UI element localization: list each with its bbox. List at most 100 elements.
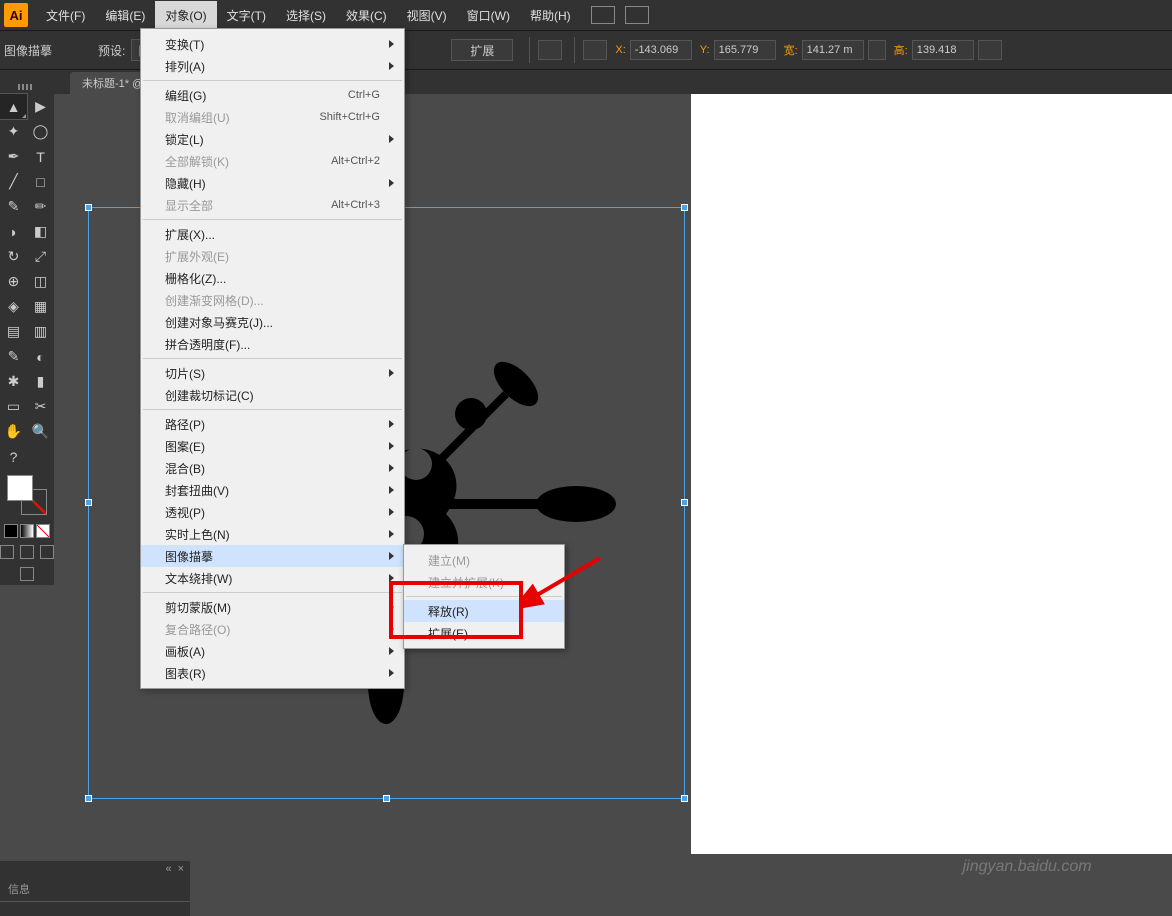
menu-item[interactable]: 图像描摹	[141, 545, 404, 567]
panel-close-icon[interactable]: ×	[178, 863, 184, 875]
menu-item[interactable]: 路径(P)	[141, 413, 404, 435]
fill-none-icon[interactable]	[36, 524, 50, 538]
zoom-tool[interactable]: 🔍	[27, 419, 54, 444]
rectangle-tool[interactable]: □	[27, 169, 54, 194]
screen-mode-icon[interactable]	[20, 567, 34, 581]
slice-tool[interactable]: ✂	[27, 394, 54, 419]
scale-tool[interactable]: ⤢	[27, 244, 54, 269]
menu-edit[interactable]: 编辑(E)	[95, 1, 155, 30]
menu-window[interactable]: 窗口(W)	[457, 1, 520, 30]
pen-tool[interactable]: ✒	[0, 144, 27, 169]
column-graph-tool[interactable]: ▮	[27, 369, 54, 394]
menu-item[interactable]: 隐藏(H)	[141, 172, 404, 194]
pencil-tool[interactable]: ✏	[27, 194, 54, 219]
resize-handle[interactable]	[681, 795, 688, 802]
eyedropper-tool[interactable]: ✎	[0, 344, 27, 369]
direct-selection-tool[interactable]: ▶	[27, 94, 54, 119]
lasso-tool[interactable]: ◯	[27, 119, 54, 144]
resize-handle[interactable]	[681, 204, 688, 211]
symbol-sprayer-tool[interactable]: ✱	[0, 369, 27, 394]
blend-tool[interactable]: ◐	[27, 344, 54, 369]
blob-brush-tool[interactable]: ◗	[0, 219, 27, 244]
menubar: Ai 文件(F) 编辑(E) 对象(O) 文字(T) 选择(S) 效果(C) 视…	[0, 0, 1172, 30]
h-label: 高:	[894, 42, 908, 58]
expand-button[interactable]: 扩展	[451, 39, 513, 61]
menu-view[interactable]: 视图(V)	[397, 1, 457, 30]
gradient-tool[interactable]: ▥	[27, 319, 54, 344]
menu-item[interactable]: 图案(E)	[141, 435, 404, 457]
type-tool[interactable]: T	[27, 144, 54, 169]
menu-type[interactable]: 文字(T)	[217, 1, 276, 30]
perspective-grid-tool[interactable]: ▦	[27, 294, 54, 319]
width-tool[interactable]: ⊕	[0, 269, 27, 294]
free-transform-tool[interactable]: ◫	[27, 269, 54, 294]
menu-item[interactable]: 变换(T)	[141, 33, 404, 55]
align-icon[interactable]	[538, 40, 562, 60]
menu-item[interactable]: 封套扭曲(V)	[141, 479, 404, 501]
paintbrush-tool[interactable]: ✎	[0, 194, 27, 219]
info-tab[interactable]: 信息	[0, 877, 190, 902]
image-trace-submenu: 建立(M)建立并扩展(K)释放(R)扩展(E)	[403, 544, 565, 649]
eraser-tool[interactable]: ◧	[27, 219, 54, 244]
menu-item[interactable]: 锁定(L)	[141, 128, 404, 150]
menu-item: 显示全部Alt+Ctrl+3	[141, 194, 404, 216]
menu-item[interactable]: 实时上色(N)	[141, 523, 404, 545]
menu-item[interactable]: 混合(B)	[141, 457, 404, 479]
link-wh-icon[interactable]	[868, 40, 886, 60]
menu-item[interactable]: 文本绕排(W)	[141, 567, 404, 589]
menu-item[interactable]: 拼合透明度(F)...	[141, 333, 404, 355]
arrange-icon[interactable]	[625, 6, 649, 24]
resize-handle[interactable]	[681, 499, 688, 506]
artboard-tool[interactable]: ▭	[0, 394, 27, 419]
menu-item[interactable]: 切片(S)	[141, 362, 404, 384]
bridge-icon[interactable]	[591, 6, 615, 24]
y-label: Y:	[700, 44, 710, 56]
h-input[interactable]	[912, 40, 974, 60]
submenu-item[interactable]: 释放(R)	[404, 600, 564, 622]
magic-wand-tool[interactable]: ✦	[0, 119, 27, 144]
draw-inside-icon[interactable]	[40, 545, 54, 559]
menu-item[interactable]: 扩展(X)...	[141, 223, 404, 245]
resize-handle[interactable]	[85, 795, 92, 802]
menu-object[interactable]: 对象(O)	[155, 1, 216, 30]
x-input[interactable]	[630, 40, 692, 60]
menu-item[interactable]: 排列(A)	[141, 55, 404, 77]
fill-solid-icon[interactable]	[4, 524, 18, 538]
shape-builder-tool[interactable]: ◈	[0, 294, 27, 319]
panel-collapse-icon[interactable]: «	[165, 863, 171, 875]
menu-item[interactable]: 剪切蒙版(M)	[141, 596, 404, 618]
hand-tool[interactable]: ✋	[0, 419, 27, 444]
color-swatch[interactable]	[7, 475, 47, 515]
menu-select[interactable]: 选择(S)	[276, 1, 336, 30]
menu-item[interactable]: 编组(G)Ctrl+G	[141, 84, 404, 106]
menu-item[interactable]: 创建裁切标记(C)	[141, 384, 404, 406]
menu-item[interactable]: 图表(R)	[141, 662, 404, 684]
fill-gradient-icon[interactable]	[20, 524, 34, 538]
rotate-tool[interactable]: ↻	[0, 244, 27, 269]
y-input[interactable]	[714, 40, 776, 60]
menu-item[interactable]: 透视(P)	[141, 501, 404, 523]
draw-normal-icon[interactable]	[0, 545, 14, 559]
x-label: X:	[615, 44, 625, 56]
resize-handle[interactable]	[383, 795, 390, 802]
menu-file[interactable]: 文件(F)	[36, 1, 95, 30]
help-icon[interactable]: ?	[0, 444, 27, 469]
transform-ref-icon[interactable]	[583, 40, 607, 60]
menu-item: 复合路径(O)	[141, 618, 404, 640]
menu-item[interactable]: 画板(A)	[141, 640, 404, 662]
line-tool[interactable]: ╱	[0, 169, 27, 194]
submenu-item: 建立并扩展(K)	[404, 571, 564, 593]
selection-tool[interactable]: ▲	[0, 94, 27, 119]
draw-behind-icon[interactable]	[20, 545, 34, 559]
submenu-item[interactable]: 扩展(E)	[404, 622, 564, 644]
menu-help[interactable]: 帮助(H)	[520, 1, 581, 30]
extra-icon[interactable]	[978, 40, 1002, 60]
resize-handle[interactable]	[85, 204, 92, 211]
menu-item[interactable]: 栅格化(Z)...	[141, 267, 404, 289]
resize-handle[interactable]	[85, 499, 92, 506]
menu-effect[interactable]: 效果(C)	[336, 1, 397, 30]
menu-item[interactable]: 创建对象马赛克(J)...	[141, 311, 404, 333]
w-input[interactable]	[802, 40, 864, 60]
mesh-tool[interactable]: ▤	[0, 319, 27, 344]
fill-color[interactable]	[7, 475, 33, 501]
